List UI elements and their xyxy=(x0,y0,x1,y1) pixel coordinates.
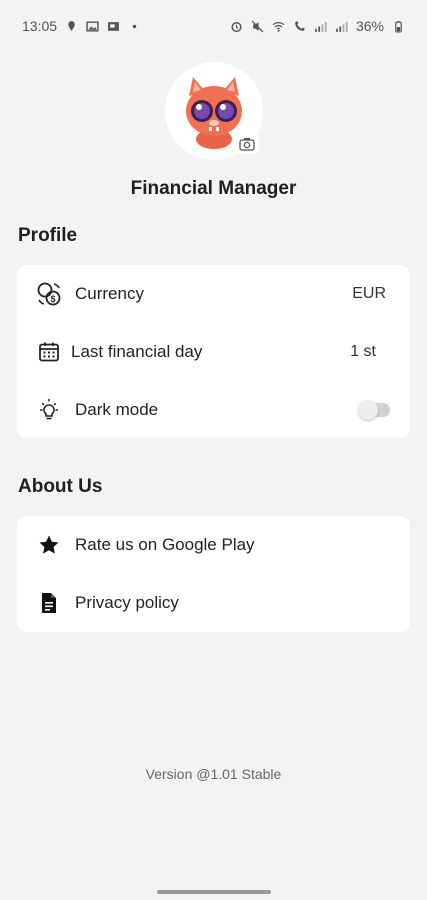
star-icon xyxy=(35,531,63,559)
dark-mode-label: Dark mode xyxy=(75,400,159,419)
camera-icon xyxy=(239,138,255,151)
battery-percent: 36% xyxy=(355,18,384,34)
dark-mode-toggle[interactable] xyxy=(358,400,390,420)
profile-avatar-container[interactable] xyxy=(165,62,263,160)
dark-mode-setting[interactable]: Dark mode xyxy=(17,381,410,439)
app-title: Financial Manager xyxy=(130,178,297,199)
privacy-policy-item[interactable]: Privacy policy xyxy=(17,574,410,632)
last-financial-day-value: 1 st xyxy=(350,343,376,360)
home-indicator[interactable] xyxy=(157,890,271,894)
rate-us-label: Rate us on Google Play xyxy=(75,535,255,554)
status-time: 13:05 xyxy=(22,18,58,34)
svg-text:$: $ xyxy=(50,294,55,304)
last-financial-day-label: Last financial day xyxy=(71,342,203,361)
change-photo-button[interactable] xyxy=(235,134,259,154)
profile-section-title: Profile xyxy=(18,225,78,246)
status-bar-right: 36% xyxy=(230,18,405,34)
privacy-policy-label: Privacy policy xyxy=(75,593,179,612)
last-financial-day-setting[interactable]: Last financial day 1 st xyxy=(17,323,410,381)
alarm-icon xyxy=(230,19,244,33)
currency-value: EUR xyxy=(352,285,386,302)
mute-icon xyxy=(251,19,265,33)
signal-icon xyxy=(314,19,328,33)
rate-us-item[interactable]: Rate us on Google Play xyxy=(17,516,410,574)
calendar-icon xyxy=(35,338,63,366)
gallery-icon xyxy=(85,19,99,33)
status-bar: 13:05 36% xyxy=(0,0,427,52)
signal-2-icon xyxy=(335,19,349,33)
wifi-icon xyxy=(272,19,286,33)
dot-icon xyxy=(127,19,141,33)
currency-label: Currency xyxy=(75,284,144,303)
version-text: Version @1.01 Stable xyxy=(145,766,282,782)
document-icon xyxy=(35,589,63,617)
battery-icon xyxy=(391,19,405,33)
wifi-call-icon xyxy=(293,19,307,33)
lightbulb-icon xyxy=(35,396,63,424)
currency-setting[interactable]: $ Currency EUR xyxy=(17,265,410,323)
location-pin-icon xyxy=(64,19,78,33)
profile-card: $ Currency EUR Last financial day 1 st D… xyxy=(17,265,410,438)
about-card: Rate us on Google Play Privacy policy xyxy=(17,516,410,632)
photo-icon xyxy=(106,19,120,33)
status-bar-left: 13:05 xyxy=(22,18,141,34)
about-section-title: About Us xyxy=(18,476,103,497)
currency-exchange-icon: $ xyxy=(35,280,63,308)
